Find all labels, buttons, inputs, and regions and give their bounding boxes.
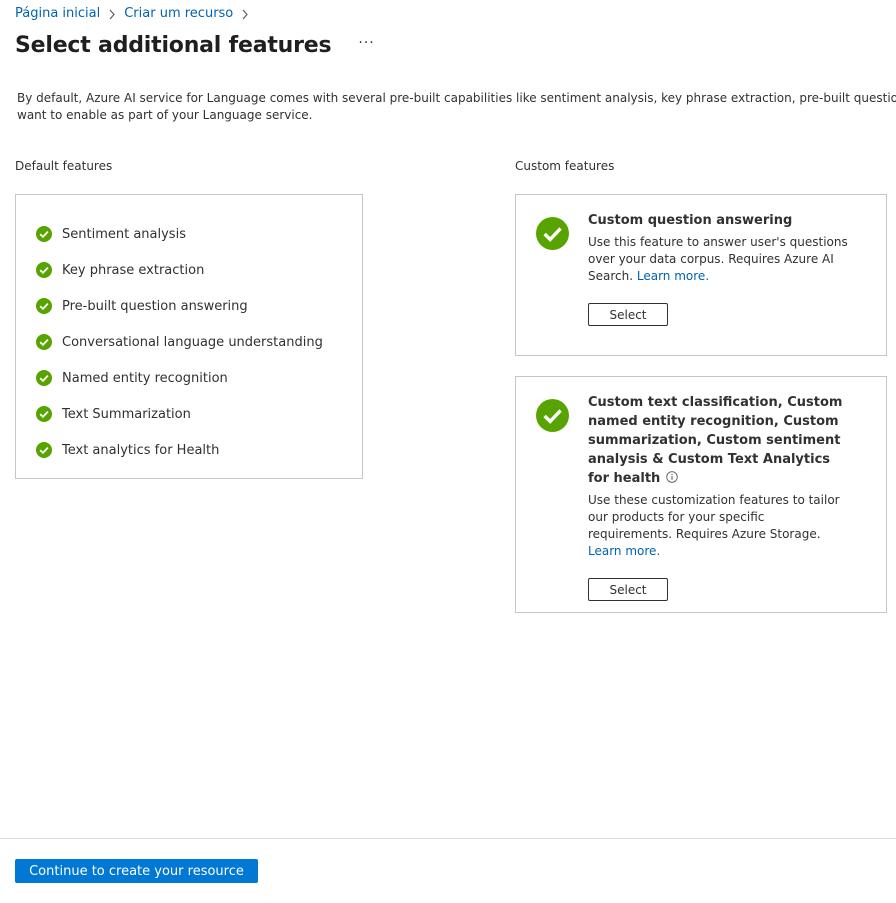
page-title: Select additional features — [15, 33, 332, 58]
custom-features-heading: Custom features — [515, 159, 615, 173]
check-circle-icon — [36, 226, 52, 242]
check-circle-icon — [36, 334, 52, 350]
check-circle-icon — [36, 370, 52, 386]
feature-label: Text Summarization — [62, 406, 191, 422]
chevron-right-icon — [108, 8, 116, 20]
card-description-text: Use these customization features to tail… — [588, 493, 840, 541]
list-item: Sentiment analysis — [36, 216, 323, 252]
list-item: Key phrase extraction — [36, 252, 323, 288]
check-circle-icon — [36, 298, 52, 314]
learn-more-link[interactable]: Learn more. — [588, 544, 660, 558]
feature-label: Pre-built question answering — [62, 298, 248, 314]
check-circle-icon — [536, 217, 569, 250]
card-title: Custom question answering — [588, 213, 793, 228]
card-description: Use these customization features to tail… — [588, 492, 850, 560]
page-description: By default, Azure AI service for Languag… — [17, 91, 896, 122]
list-item: Pre-built question answering — [36, 288, 323, 324]
chevron-right-icon — [241, 8, 249, 20]
feature-label: Key phrase extraction — [62, 262, 205, 278]
more-options-button[interactable]: ··· — [356, 36, 376, 56]
list-item: Conversational language understanding — [36, 324, 323, 360]
list-item: Text analytics for Health — [36, 432, 323, 468]
card-title: Custom text classification, Custom named… — [588, 393, 850, 488]
breadcrumb-home-link[interactable]: Página inicial — [15, 6, 100, 21]
card-title-text: Custom text classification, Custom named… — [588, 395, 843, 486]
default-features-panel: Sentiment analysis Key phrase extraction… — [15, 194, 363, 479]
title-row: Select additional features ··· — [15, 33, 377, 58]
feature-label: Sentiment analysis — [62, 226, 186, 242]
custom-question-answering-card: Custom question answering Use this featu… — [515, 194, 887, 356]
card-body: Custom question answering Use this featu… — [588, 211, 860, 326]
select-features-page: Página inicial Criar um recurso Select a… — [0, 0, 896, 903]
check-circle-icon — [36, 442, 52, 458]
check-circle-icon — [36, 406, 52, 422]
info-icon[interactable] — [666, 470, 679, 483]
custom-text-features-card: Custom text classification, Custom named… — [515, 376, 887, 613]
card-description-text: Use this feature to answer user's questi… — [588, 235, 848, 283]
breadcrumb-create-resource-link[interactable]: Criar um recurso — [124, 6, 233, 21]
select-button[interactable]: Select — [588, 303, 668, 326]
check-circle-icon — [536, 399, 569, 432]
card-body: Custom text classification, Custom named… — [588, 393, 850, 601]
feature-label: Conversational language understanding — [62, 334, 323, 350]
select-button[interactable]: Select — [588, 578, 668, 601]
feature-label: Text analytics for Health — [62, 442, 220, 458]
list-item: Named entity recognition — [36, 360, 323, 396]
check-circle-icon — [36, 262, 52, 278]
footer-divider — [0, 838, 896, 839]
list-item: Text Summarization — [36, 396, 323, 432]
card-description: Use this feature to answer user's questi… — [588, 234, 860, 285]
default-features-list: Sentiment analysis Key phrase extraction… — [36, 216, 323, 468]
default-features-heading: Default features — [15, 159, 113, 173]
continue-create-resource-button[interactable]: Continue to create your resource — [15, 859, 258, 883]
learn-more-link[interactable]: Learn more. — [637, 269, 709, 283]
feature-label: Named entity recognition — [62, 370, 228, 386]
breadcrumb: Página inicial Criar um recurso — [15, 6, 257, 21]
